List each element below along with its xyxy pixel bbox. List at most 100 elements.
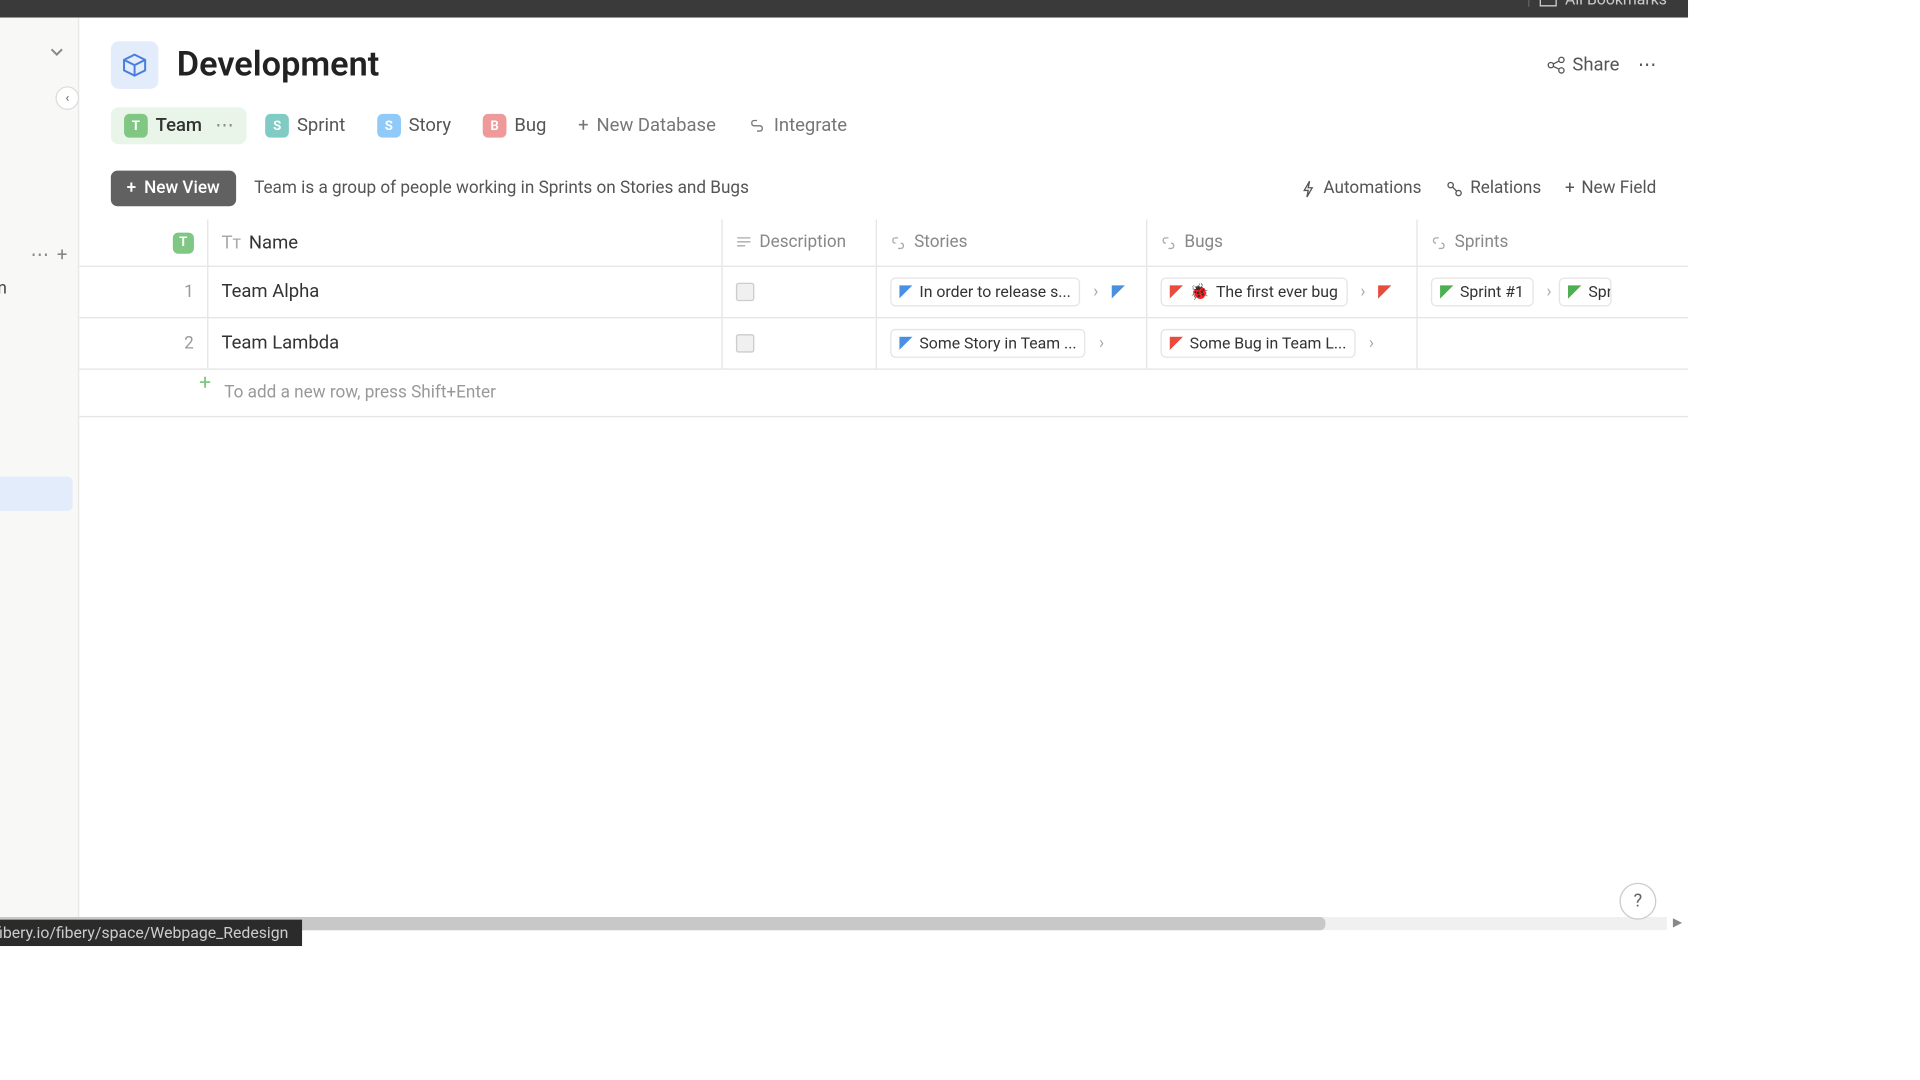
cell-name[interactable]: Team Lambda [208, 318, 722, 368]
bug-flag-icon [1170, 337, 1183, 350]
chevron-right-icon[interactable]: › [1360, 282, 1365, 302]
sidebar-item-connections[interactable]: Connections [0, 545, 73, 579]
cell-name[interactable]: Team Alpha [208, 267, 722, 317]
db-tab-sprint[interactable]: SSprint [252, 107, 358, 144]
story-chip[interactable]: Some Story in Team ... [890, 329, 1085, 358]
sidebar-favorites[interactable]: Favorites [0, 160, 73, 194]
sidebar-item-readme2[interactable]: Read.me [0, 511, 73, 545]
add-row[interactable]: + To add a new row, press Shift+Enter [79, 370, 1688, 417]
sidebar-space-root[interactable]: ▾ Webpage Redesign ⋯ + [0, 239, 78, 271]
paragraph-icon [736, 235, 752, 251]
sidebar-item-readme[interactable]: Read.me [0, 305, 73, 339]
chevron-right-icon[interactable]: › [1369, 333, 1374, 353]
story-badge-icon: S [377, 114, 401, 138]
sidebar-item-customize[interactable]: Customize.me [0, 579, 73, 613]
status-bar: https://software-development.fibery.io/f… [0, 920, 302, 946]
cell-sprints[interactable]: Sprint #1 › Spr [1418, 267, 1688, 317]
col-stories[interactable]: Stories [877, 219, 1147, 265]
scroll-right-icon[interactable]: ▶ [1670, 917, 1686, 930]
col-bugs[interactable]: Bugs [1147, 219, 1417, 265]
share-button[interactable]: Share [1547, 55, 1619, 76]
sidebar-item-teams[interactable]: Teams [0, 648, 73, 682]
chevron-right-icon[interactable]: › [1546, 282, 1551, 302]
plus-icon: + [1565, 179, 1575, 199]
new-field-button[interactable]: +New Field [1565, 179, 1656, 199]
sidebar-releases-child[interactable]: Releases [0, 819, 73, 853]
cell-bugs[interactable]: Some Bug in Team L... › [1147, 318, 1417, 368]
col-description[interactable]: Description [722, 219, 877, 265]
db-tab-story[interactable]: SStory [364, 107, 465, 144]
bolt-icon [1298, 179, 1316, 197]
workspace-id: 6ad8d3d1 [0, 53, 38, 70]
main-content: Development Share ⋯ TTeam⋯ SSprint SStor… [79, 18, 1688, 928]
sidebar-item-tasks[interactable]: Tasks [0, 442, 73, 476]
page-icon[interactable] [111, 41, 158, 88]
sidebar-item-development[interactable]: Development [0, 477, 73, 511]
team-badge-icon: T [124, 114, 148, 138]
db-tab-team[interactable]: TTeam⋯ [111, 107, 247, 144]
sprint-badge-icon: S [265, 114, 289, 138]
col-name[interactable]: TᴛName [208, 219, 722, 265]
bug-badge-icon: B [483, 114, 507, 138]
sidebar-item-requirements-form[interactable]: Requirements form [0, 271, 73, 305]
plus-icon: + [127, 179, 137, 199]
sidebar-item-all-bugs[interactable]: All Bugs [0, 751, 73, 785]
sidebar-item-work-by-team[interactable]: Work by Team [0, 682, 73, 716]
new-database-button[interactable]: +New Database [565, 109, 729, 143]
bug-chip[interactable]: Some Bug in Team L... [1161, 329, 1356, 358]
relations-button[interactable]: Relations [1445, 179, 1541, 199]
cell-num: 1 [79, 267, 208, 317]
col-sprints[interactable]: Sprints [1418, 219, 1688, 265]
database-tabs: TTeam⋯ SSprint SStory BBug +New Database… [79, 107, 1688, 157]
bug-flag-icon [1379, 285, 1392, 298]
plus-icon: + [578, 115, 588, 136]
page-header: Development Share ⋯ [79, 18, 1688, 108]
db-tab-bug[interactable]: BBug [470, 107, 560, 144]
automations-button[interactable]: Automations [1298, 179, 1421, 199]
sprint-chip[interactable]: Sprint #1 [1431, 277, 1533, 306]
table-row[interactable]: 1 Team Alpha In order to release s... › 🐞… [79, 267, 1688, 318]
cell-stories[interactable]: Some Story in Team ... › [877, 318, 1147, 368]
help-button[interactable]: ? [1619, 883, 1656, 920]
sidebar-item-all-stories[interactable]: All Stories [0, 717, 73, 751]
integrate-button[interactable]: Integrate [734, 109, 860, 143]
space-add-icon[interactable]: + [57, 244, 67, 265]
cell-bugs[interactable]: 🐞The first ever bug › [1147, 267, 1417, 317]
sidebar-collapse-toggle[interactable]: ‹ [55, 86, 79, 110]
cell-desc[interactable] [722, 318, 877, 368]
text-icon: Tᴛ [221, 231, 240, 253]
tab-more-icon[interactable]: ⋯ [215, 115, 233, 136]
sidebar-inbox[interactable]: Inbox [0, 113, 73, 147]
link-icon [748, 117, 766, 135]
cell-sprints[interactable] [1418, 318, 1688, 368]
chevron-right-icon[interactable]: › [1099, 333, 1104, 353]
chevron-down-icon [49, 44, 65, 60]
bug-chip[interactable]: 🐞The first ever bug [1161, 277, 1347, 306]
sprint-chip[interactable]: Spr [1559, 277, 1612, 306]
sidebar-my-space[interactable]: My Space [0, 194, 73, 228]
cell-desc[interactable] [722, 267, 877, 317]
workspace-switcher[interactable]: Software Development 6ad8d3d1 [0, 26, 78, 79]
space-more-icon[interactable]: ⋯ [30, 244, 48, 265]
bookmarks-bar: | All Bookmarks [0, 0, 1688, 18]
story-flag-icon [1112, 285, 1125, 298]
cell-stories[interactable]: In order to release s... › [877, 267, 1147, 317]
sidebar-item-dev-wiki[interactable]: Dev Wiki [0, 614, 73, 648]
bug-emoji-icon: 🐞 [1190, 283, 1210, 301]
story-chip[interactable]: In order to release s... [890, 277, 1080, 306]
all-bookmarks-link[interactable]: All Bookmarks [1565, 0, 1667, 8]
sidebar-item-requirements[interactable]: Requirements [0, 374, 73, 408]
table-row[interactable]: 2 Team Lambda Some Story in Team ... › So… [79, 318, 1688, 369]
cell-num: 2 [79, 318, 208, 368]
page-title[interactable]: Development [177, 45, 1529, 85]
team-badge-icon: T [173, 232, 194, 253]
folder-icon [1539, 0, 1557, 8]
sidebar-releases[interactable]: Releases [0, 785, 73, 819]
sidebar-item-tasks-by-state[interactable]: Tasks by State [0, 408, 73, 442]
link-icon [1431, 235, 1447, 251]
sidebar: Software Development 6ad8d3d1 Search ‹ I… [0, 18, 79, 928]
sidebar-item-ideas[interactable]: Ideas [0, 339, 73, 373]
chevron-right-icon[interactable]: › [1093, 282, 1098, 302]
page-more-icon[interactable]: ⋯ [1638, 55, 1656, 76]
new-view-button[interactable]: +New View [111, 171, 236, 207]
